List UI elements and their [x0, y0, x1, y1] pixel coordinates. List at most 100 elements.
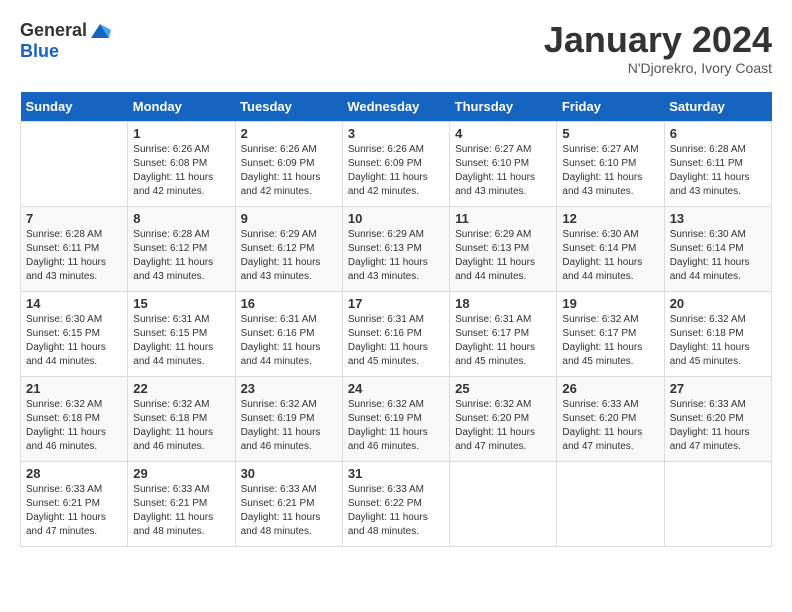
month-title: January 2024: [544, 20, 772, 60]
day-number: 20: [670, 296, 766, 311]
calendar-cell: 15 Sunrise: 6:31 AMSunset: 6:15 PMDayligh…: [128, 291, 235, 376]
calendar-header-row: SundayMondayTuesdayWednesdayThursdayFrid…: [21, 92, 772, 122]
calendar-cell: 5Sunrise: 6:27 AMSunset: 6:10 PMDaylight…: [557, 121, 664, 206]
page-header: General Blue January 2024 N'Djorekro, Iv…: [20, 20, 772, 76]
day-number: 14: [26, 296, 122, 311]
day-info: Sunrise: 6:32 AMSunset: 6:18 PMDaylight:…: [670, 313, 766, 369]
calendar-cell: 17 Sunrise: 6:31 AMSunset: 6:16 PMDayligh…: [342, 291, 449, 376]
calendar-cell: 2 Sunrise: 6:26 AMSunset: 6:09 PMDaylight…: [235, 121, 342, 206]
day-number: 1: [133, 126, 229, 141]
day-number: 11: [455, 211, 551, 226]
calendar-cell: 28 Sunrise: 6:33 AMSunset: 6:21 PMDayligh…: [21, 461, 128, 546]
day-number: 22: [133, 381, 229, 396]
logo-icon: [89, 20, 111, 42]
calendar-cell: 14Sunrise: 6:30 AMSunset: 6:15 PMDayligh…: [21, 291, 128, 376]
calendar-week-row: 21 Sunrise: 6:32 AMSunset: 6:18 PMDayligh…: [21, 376, 772, 461]
day-info: Sunrise: 6:27 AMSunset: 6:10 PMDaylight:…: [455, 143, 551, 199]
day-info: Sunrise: 6:26 AMSunset: 6:08 PMDaylight:…: [133, 143, 229, 199]
day-of-week-header: Saturday: [664, 92, 771, 122]
calendar-week-row: 28 Sunrise: 6:33 AMSunset: 6:21 PMDayligh…: [21, 461, 772, 546]
calendar-cell: 12Sunrise: 6:30 AMSunset: 6:14 PMDayligh…: [557, 206, 664, 291]
day-info: Sunrise: 6:32 AMSunset: 6:19 PMDaylight:…: [348, 398, 444, 454]
calendar-cell: 23 Sunrise: 6:32 AMSunset: 6:19 PMDayligh…: [235, 376, 342, 461]
day-info: Sunrise: 6:33 AMSunset: 6:22 PMDaylight:…: [348, 483, 444, 539]
calendar-body: 1 Sunrise: 6:26 AMSunset: 6:08 PMDaylight…: [21, 121, 772, 546]
day-info: Sunrise: 6:33 AMSunset: 6:20 PMDaylight:…: [562, 398, 658, 454]
calendar-cell: 25 Sunrise: 6:32 AMSunset: 6:20 PMDayligh…: [450, 376, 557, 461]
logo-blue-text: Blue: [20, 42, 111, 62]
calendar-cell: [21, 121, 128, 206]
day-number: 3: [348, 126, 444, 141]
day-number: 25: [455, 381, 551, 396]
day-number: 15: [133, 296, 229, 311]
day-info: Sunrise: 6:33 AMSunset: 6:21 PMDaylight:…: [241, 483, 337, 539]
day-number: 31: [348, 466, 444, 481]
day-info: Sunrise: 6:32 AMSunset: 6:18 PMDaylight:…: [26, 398, 122, 454]
day-number: 7: [26, 211, 122, 226]
day-number: 26: [562, 381, 658, 396]
day-info: Sunrise: 6:32 AMSunset: 6:20 PMDaylight:…: [455, 398, 551, 454]
calendar-cell: 8Sunrise: 6:28 AMSunset: 6:12 PMDaylight…: [128, 206, 235, 291]
calendar-cell: 31 Sunrise: 6:33 AMSunset: 6:22 PMDayligh…: [342, 461, 449, 546]
day-number: 21: [26, 381, 122, 396]
day-of-week-header: Friday: [557, 92, 664, 122]
day-number: 6: [670, 126, 766, 141]
calendar-cell: 16 Sunrise: 6:31 AMSunset: 6:16 PMDayligh…: [235, 291, 342, 376]
calendar-cell: 29Sunrise: 6:33 AMSunset: 6:21 PMDayligh…: [128, 461, 235, 546]
day-number: 30: [241, 466, 337, 481]
day-number: 4: [455, 126, 551, 141]
day-number: 19: [562, 296, 658, 311]
day-info: Sunrise: 6:29 AMSunset: 6:13 PMDaylight:…: [455, 228, 551, 284]
day-number: 13: [670, 211, 766, 226]
day-number: 16: [241, 296, 337, 311]
location-subtitle: N'Djorekro, Ivory Coast: [544, 60, 772, 76]
calendar-cell: [557, 461, 664, 546]
day-info: Sunrise: 6:26 AMSunset: 6:09 PMDaylight:…: [348, 143, 444, 199]
calendar-cell: 19 Sunrise: 6:32 AMSunset: 6:17 PMDayligh…: [557, 291, 664, 376]
calendar-cell: 26 Sunrise: 6:33 AMSunset: 6:20 PMDayligh…: [557, 376, 664, 461]
day-info: Sunrise: 6:29 AMSunset: 6:13 PMDaylight:…: [348, 228, 444, 284]
calendar-week-row: 1 Sunrise: 6:26 AMSunset: 6:08 PMDaylight…: [21, 121, 772, 206]
calendar-cell: 18Sunrise: 6:31 AMSunset: 6:17 PMDayligh…: [450, 291, 557, 376]
day-info: Sunrise: 6:31 AMSunset: 6:16 PMDaylight:…: [348, 313, 444, 369]
day-of-week-header: Sunday: [21, 92, 128, 122]
day-info: Sunrise: 6:31 AMSunset: 6:15 PMDaylight:…: [133, 313, 229, 369]
calendar-cell: 3 Sunrise: 6:26 AMSunset: 6:09 PMDaylight…: [342, 121, 449, 206]
day-number: 27: [670, 381, 766, 396]
calendar-cell: 7 Sunrise: 6:28 AMSunset: 6:11 PMDaylight…: [21, 206, 128, 291]
calendar-cell: 9 Sunrise: 6:29 AMSunset: 6:12 PMDaylight…: [235, 206, 342, 291]
day-number: 29: [133, 466, 229, 481]
calendar-cell: 22 Sunrise: 6:32 AMSunset: 6:18 PMDayligh…: [128, 376, 235, 461]
calendar-table: SundayMondayTuesdayWednesdayThursdayFrid…: [20, 92, 772, 547]
day-info: Sunrise: 6:33 AMSunset: 6:21 PMDaylight:…: [26, 483, 122, 539]
day-number: 17: [348, 296, 444, 311]
day-info: Sunrise: 6:28 AMSunset: 6:11 PMDaylight:…: [670, 143, 766, 199]
calendar-cell: 13 Sunrise: 6:30 AMSunset: 6:14 PMDayligh…: [664, 206, 771, 291]
calendar-cell: 27 Sunrise: 6:33 AMSunset: 6:20 PMDayligh…: [664, 376, 771, 461]
day-number: 23: [241, 381, 337, 396]
day-info: Sunrise: 6:32 AMSunset: 6:18 PMDaylight:…: [133, 398, 229, 454]
calendar-week-row: 7 Sunrise: 6:28 AMSunset: 6:11 PMDaylight…: [21, 206, 772, 291]
day-info: Sunrise: 6:26 AMSunset: 6:09 PMDaylight:…: [241, 143, 337, 199]
calendar-cell: 6 Sunrise: 6:28 AMSunset: 6:11 PMDaylight…: [664, 121, 771, 206]
day-number: 18: [455, 296, 551, 311]
calendar-cell: 10Sunrise: 6:29 AMSunset: 6:13 PMDayligh…: [342, 206, 449, 291]
day-number: 9: [241, 211, 337, 226]
calendar-cell: 20 Sunrise: 6:32 AMSunset: 6:18 PMDayligh…: [664, 291, 771, 376]
calendar-cell: 4 Sunrise: 6:27 AMSunset: 6:10 PMDaylight…: [450, 121, 557, 206]
day-info: Sunrise: 6:28 AMSunset: 6:11 PMDaylight:…: [26, 228, 122, 284]
calendar-cell: [450, 461, 557, 546]
day-info: Sunrise: 6:32 AMSunset: 6:17 PMDaylight:…: [562, 313, 658, 369]
day-info: Sunrise: 6:30 AMSunset: 6:14 PMDaylight:…: [670, 228, 766, 284]
day-info: Sunrise: 6:29 AMSunset: 6:12 PMDaylight:…: [241, 228, 337, 284]
day-info: Sunrise: 6:28 AMSunset: 6:12 PMDaylight:…: [133, 228, 229, 284]
day-number: 28: [26, 466, 122, 481]
day-info: Sunrise: 6:31 AMSunset: 6:16 PMDaylight:…: [241, 313, 337, 369]
day-number: 2: [241, 126, 337, 141]
calendar-cell: 30 Sunrise: 6:33 AMSunset: 6:21 PMDayligh…: [235, 461, 342, 546]
day-number: 24: [348, 381, 444, 396]
day-of-week-header: Wednesday: [342, 92, 449, 122]
day-info: Sunrise: 6:32 AMSunset: 6:19 PMDaylight:…: [241, 398, 337, 454]
calendar-week-row: 14Sunrise: 6:30 AMSunset: 6:15 PMDayligh…: [21, 291, 772, 376]
day-info: Sunrise: 6:33 AMSunset: 6:20 PMDaylight:…: [670, 398, 766, 454]
